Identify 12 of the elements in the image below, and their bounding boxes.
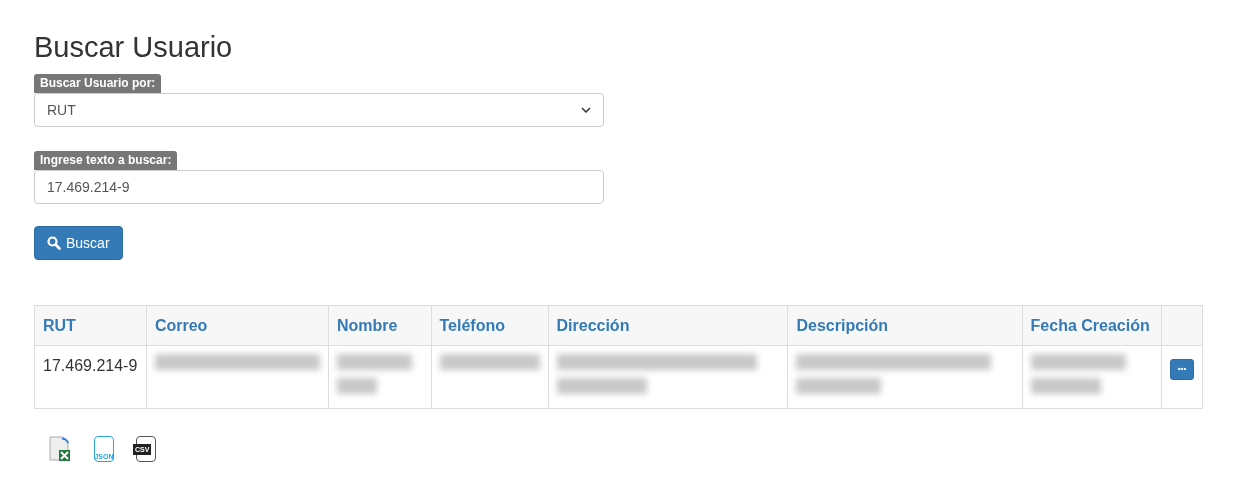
column-header[interactable]: RUT [43,316,76,334]
search-button[interactable]: Buscar [34,226,123,260]
search-text-field[interactable]: 17.469.214-9 [34,170,604,204]
column-header[interactable]: Correo [154,316,208,334]
table-cell: 17.469.214-9 [43,357,138,374]
page-title: Buscar Usuario [34,30,233,64]
field-label: Buscar Usuario por: [34,74,162,93]
search-by-select[interactable]: RUT [34,93,604,127]
field-label: Ingrese texto a buscar: [34,151,178,170]
column-header[interactable]: Descripción [796,316,889,334]
column-header[interactable]: Dirección [556,316,630,334]
more-button[interactable]: ••• [1170,358,1194,380]
